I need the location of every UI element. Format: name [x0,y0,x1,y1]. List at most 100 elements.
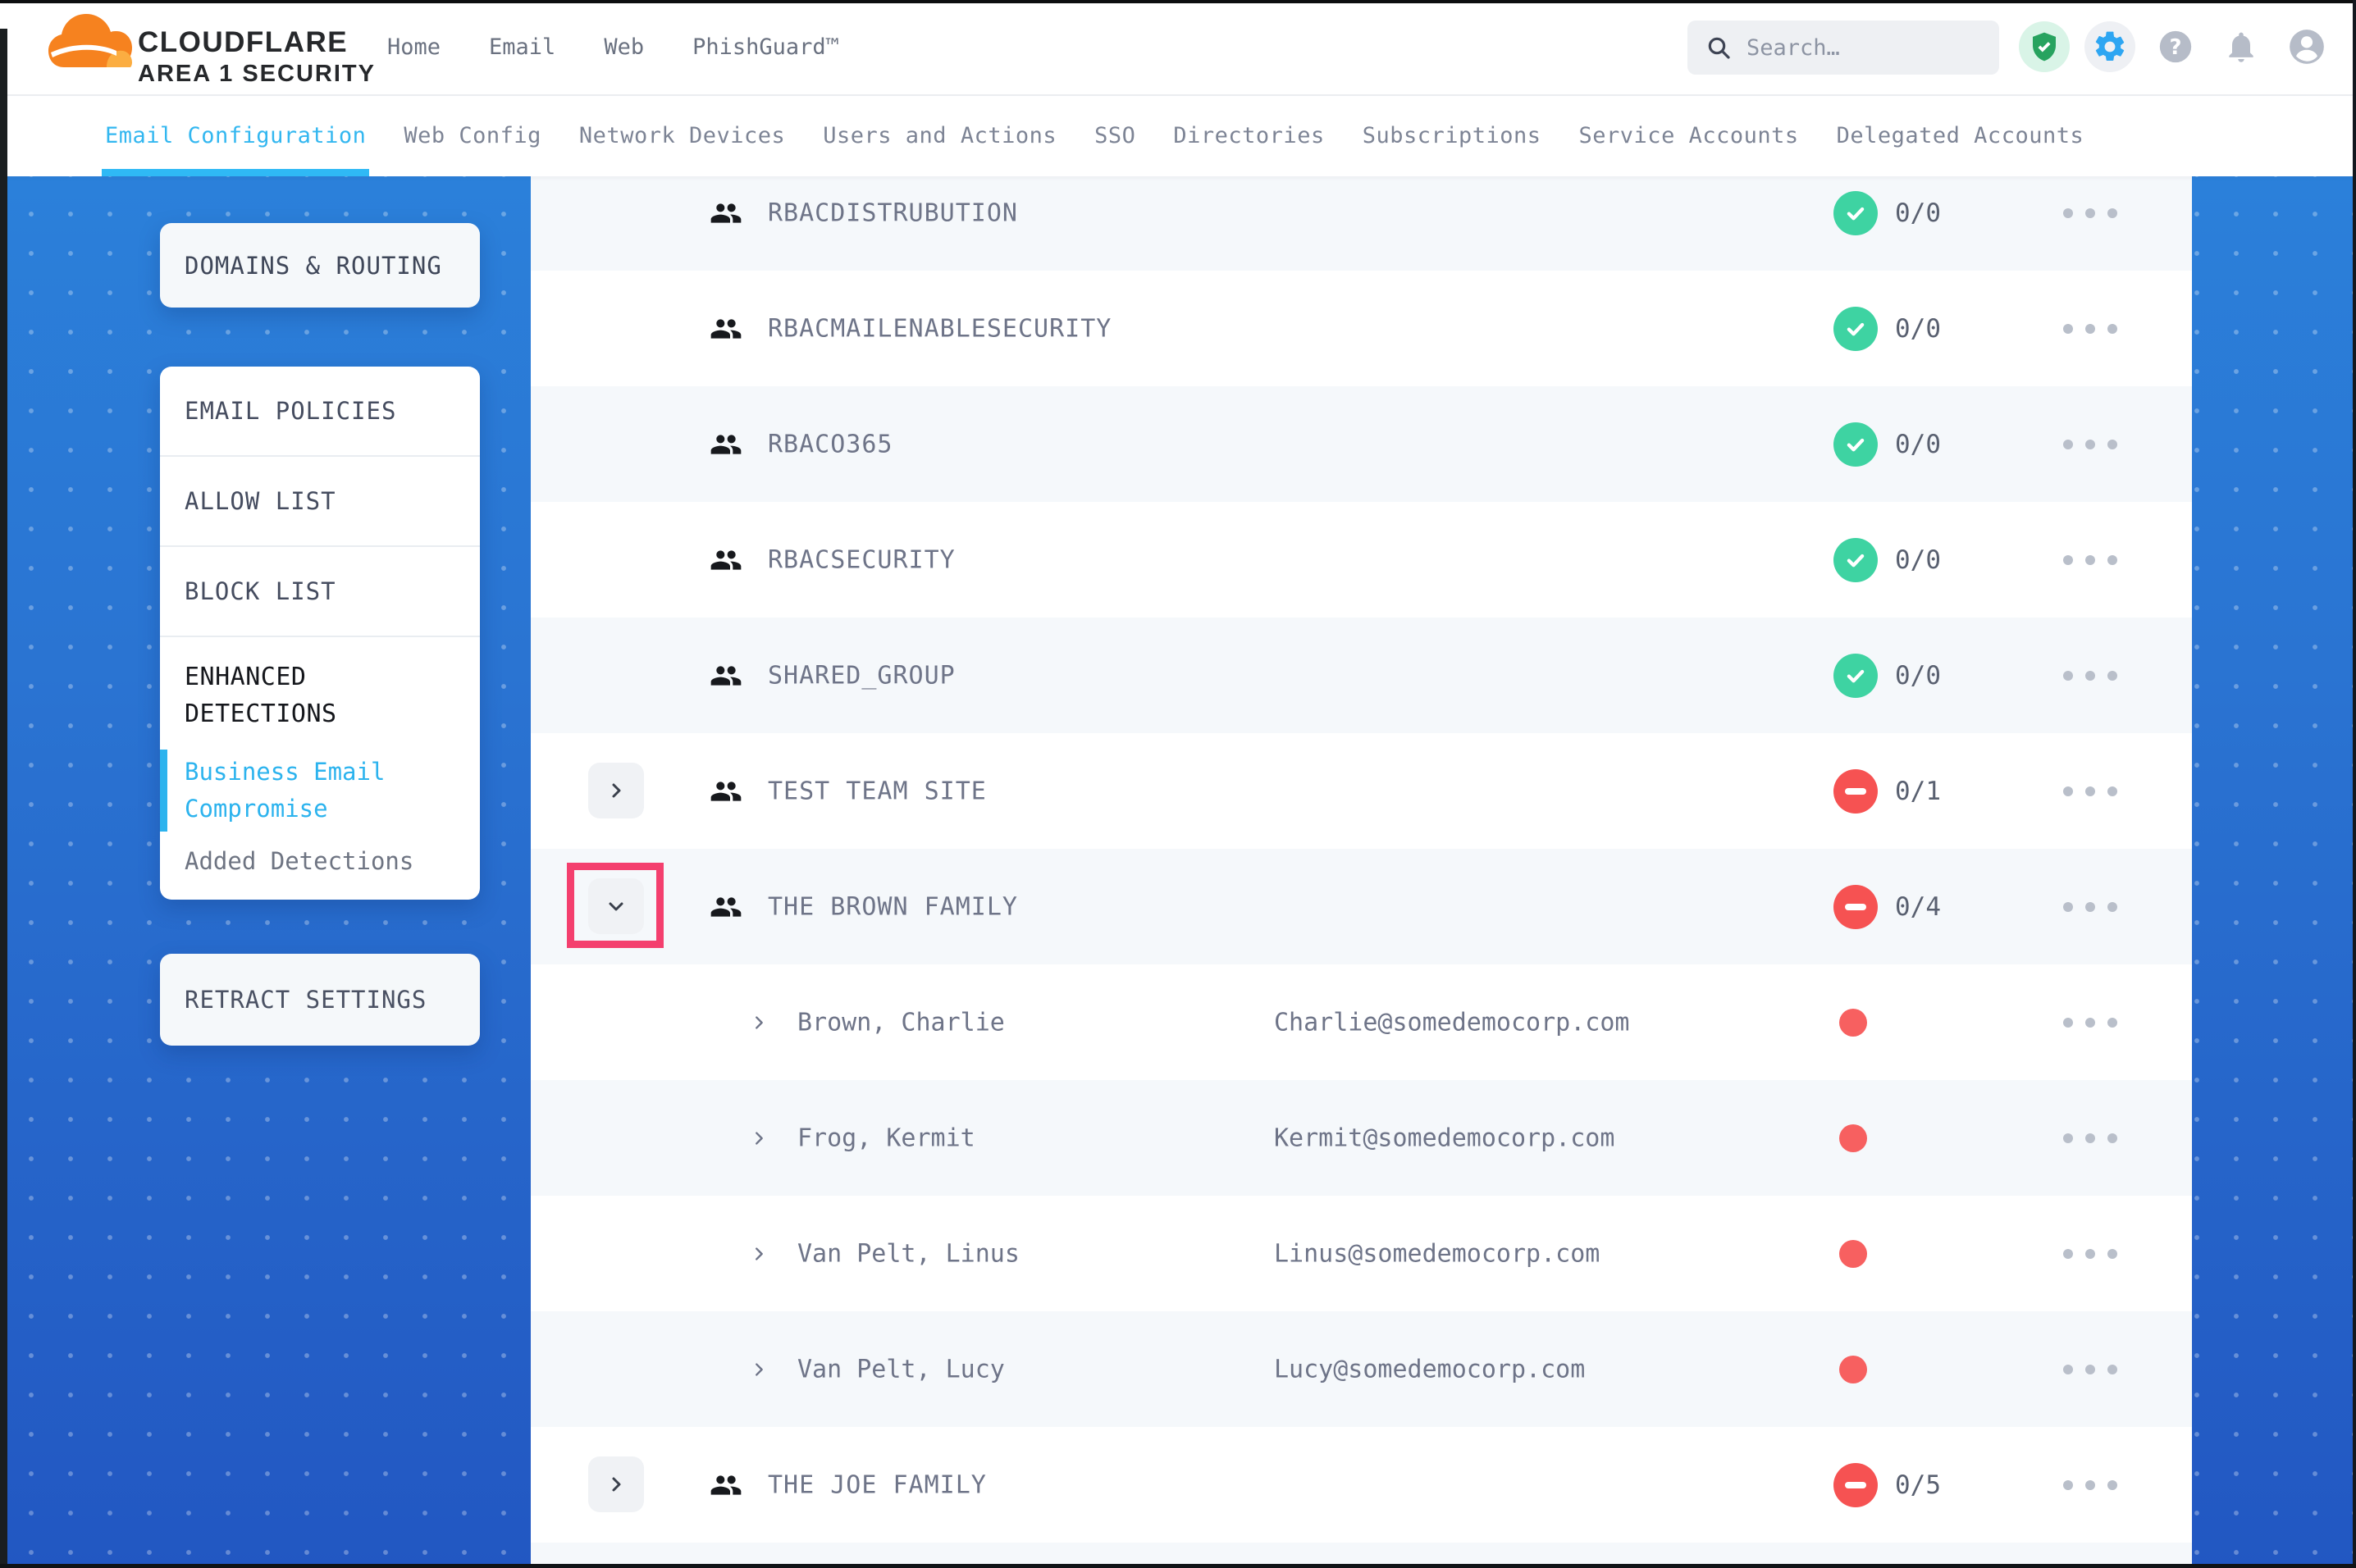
row-actions-button[interactable] [2063,1249,2117,1259]
group-icon [707,659,745,692]
member-email: Charlie@somedemocorp.com [1274,1008,1629,1037]
group-name: SHARED_GROUP [768,661,956,690]
sidebar-item-business-email-compromise[interactable]: Business Email Compromise [185,754,422,827]
chevron-right-icon[interactable] [750,1361,768,1379]
row-actions-button[interactable] [2063,1133,2117,1143]
group-name: RBACO365 [768,430,893,458]
expand--button[interactable] [588,763,644,818]
nav-link-home[interactable]: Home [387,34,441,60]
row-actions-button[interactable] [2063,440,2117,449]
tab-directories[interactable]: Directories [1173,94,1324,176]
sidebar-enhanced-detections-section: ENHANCED DETECTIONS Business Email Compr… [160,636,480,875]
logo-wordmark: CLOUDFLARE [138,26,348,59]
row-actions-button[interactable] [2063,324,2117,334]
sidebar-item-added-detections[interactable]: Added Detections [185,847,455,875]
table-row-frog-kermit: Frog, KermitKermit@somedemocorp.com [531,1080,2192,1196]
table-row-brown-charlie: Brown, CharlieCharlie@somedemocorp.com [531,964,2192,1080]
groups-table: RBACDISTRUBUTION0/0RBACMAILENABLESECURIT… [531,176,2192,1568]
sidebar-item-retract-settings[interactable]: RETRACT SETTINGS [160,954,480,1046]
row-actions-button[interactable] [2063,1480,2117,1490]
window-edge-left [0,29,7,1568]
tab-sso[interactable]: SSO [1094,94,1135,176]
nav-link-web[interactable]: Web [604,34,644,60]
bell-icon[interactable] [2216,21,2267,72]
logo-subtitle: AREA 1 SECURITY [138,61,376,88]
tab-email-configuration[interactable]: Email Configuration [105,94,366,176]
shield-check-icon[interactable] [2019,21,2070,72]
tab-service-accounts[interactable]: Service Accounts [1579,94,1799,176]
chevron-right-icon [606,781,626,800]
member-email: Lucy@somedemocorp.com [1274,1355,1585,1383]
app-window: CLOUDFLARE AREA 1 SECURITY Home Email Web P… [0,0,2356,1568]
group-name: THE BROWN FAMILY [768,892,1018,921]
status-check-badge [1833,422,1878,467]
member-email: Linus@somedemocorp.com [1274,1239,1600,1268]
member-count: 0/0 [1895,661,1941,691]
status-check-badge [1833,538,1878,582]
chevron-right-icon[interactable] [750,1014,768,1032]
user-icon[interactable] [2281,21,2332,72]
member-count: 0/1 [1895,777,1941,806]
row-actions-button[interactable] [2063,1365,2117,1374]
gear-icon[interactable] [2084,21,2135,72]
table-row-test-team-site: TEST TEAM SITE 0/1 [531,733,2192,849]
window-edge-bottom [0,1564,2356,1568]
table-row-the-joe-family: THE JOE FAMILY0/5 [531,1427,2192,1543]
expand--button[interactable] [588,1456,644,1512]
tab-network-devices[interactable]: Network Devices [579,94,785,176]
sidebar: DOMAINS & ROUTING EMAIL POLICIES ALLOW L… [160,223,480,1046]
expand-collapse-button[interactable] [588,878,644,934]
help-icon[interactable]: ? [2150,21,2201,72]
group-name: RBACMAILENABLESECURITY [768,314,1112,343]
member-email: Kermit@somedemocorp.com [1274,1124,1614,1152]
member-count: 0/0 [1895,198,1941,228]
table-row-rbacmailenablesecurity: RBACMAILENABLESECURITY 0/0 [531,271,2192,386]
row-actions-button[interactable] [2063,555,2117,565]
tab-web-config[interactable]: Web Config [404,94,541,176]
row-actions-button[interactable] [2063,786,2117,796]
sidebar-item-allow-list[interactable]: ALLOW LIST [160,455,480,545]
top-nav: Home Email Web PhishGuard™ [387,0,839,94]
row-actions-button[interactable] [2063,208,2117,218]
sidebar-item-email-policies[interactable]: EMAIL POLICIES [160,367,480,455]
row-actions-button[interactable] [2063,671,2117,681]
table-row-rbacsecurity: RBACSECURITY 0/0 [531,502,2192,618]
row-actions-button[interactable] [2063,902,2117,912]
sidebar-item-domains-routing[interactable]: DOMAINS & ROUTING [160,223,480,308]
group-name: TEST TEAM SITE [768,777,987,805]
status-minus-badge [1833,1463,1878,1507]
chevron-right-icon[interactable] [750,1129,768,1147]
row-actions-button[interactable] [2063,1018,2117,1028]
group-icon [707,312,745,345]
table-row-the-brown-family: THE BROWN FAMILY 0/4 [531,849,2192,964]
search-box[interactable] [1687,21,1999,75]
sidebar-item-block-list[interactable]: BLOCK LIST [160,545,480,636]
member-count: 0/5 [1895,1470,1941,1500]
member-count: 0/4 [1895,892,1941,922]
window-edge-right [2353,0,2356,1568]
sidebar-policies-card: EMAIL POLICIES ALLOW LIST BLOCK LIST ENH… [160,367,480,900]
tab-delegated-accounts[interactable]: Delegated Accounts [1837,94,2084,176]
cloudflare-logo-icon [48,10,133,82]
member-count: 0/0 [1895,545,1941,575]
group-icon [707,775,745,808]
sidebar-item-enhanced-detections[interactable]: ENHANCED DETECTIONS [185,659,406,732]
tab-subscriptions[interactable]: Subscriptions [1363,94,1541,176]
status-check-badge [1833,654,1878,698]
member-count: 0/0 [1895,314,1941,344]
nav-link-phishguard[interactable]: PhishGuard™ [692,34,839,60]
status-minus-badge [1833,769,1878,814]
chevron-right-icon[interactable] [750,1245,768,1263]
chevron-down-icon [606,896,626,916]
group-name: RBACSECURITY [768,545,956,574]
status-dot [1839,1124,1867,1152]
status-dot [1839,1009,1867,1037]
top-bar: CLOUDFLARE AREA 1 SECURITY Home Email Web P… [0,0,2356,96]
status-check-badge [1833,191,1878,235]
search-input[interactable] [1745,34,1978,62]
member-name: Van Pelt, Linus [797,1239,1020,1268]
nav-link-email[interactable]: Email [489,34,555,60]
group-icon [707,891,745,923]
tab-users-and-actions[interactable]: Users and Actions [823,94,1057,176]
table-row-rbaco365: RBACO3650/0 [531,386,2192,502]
